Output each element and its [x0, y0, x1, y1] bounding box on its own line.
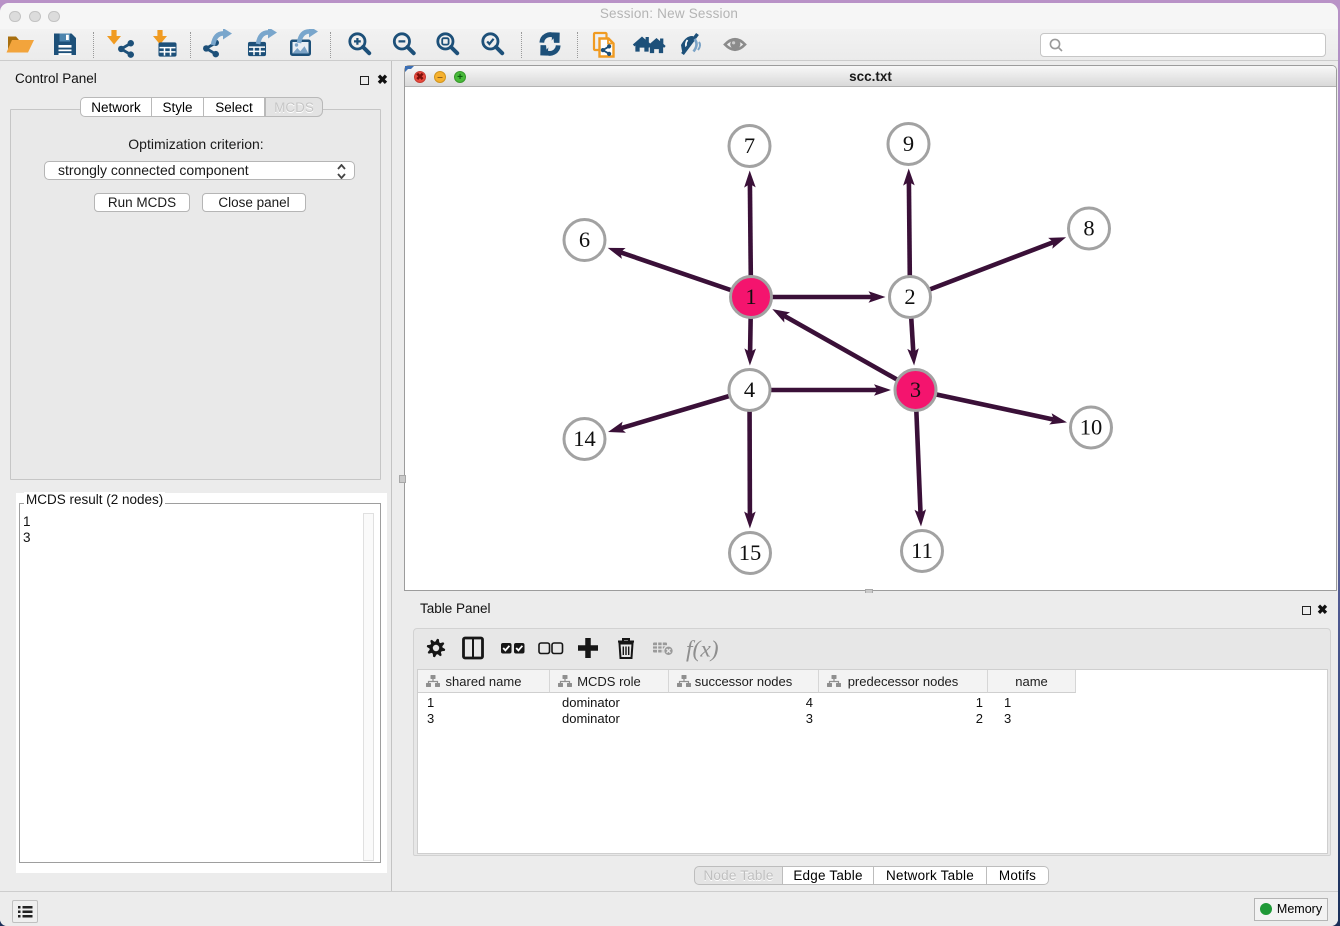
svg-text:4: 4	[744, 377, 755, 402]
svg-text:9: 9	[903, 131, 914, 156]
svg-text:2: 2	[904, 284, 915, 309]
svg-text:15: 15	[739, 540, 762, 565]
svg-text:6: 6	[579, 227, 590, 252]
svg-text:1: 1	[745, 284, 756, 309]
svg-text:10: 10	[1080, 415, 1103, 440]
svg-text:8: 8	[1083, 216, 1094, 241]
svg-text:3: 3	[910, 377, 921, 402]
svg-text:7: 7	[744, 133, 755, 158]
svg-text:14: 14	[573, 426, 596, 451]
svg-text:11: 11	[911, 538, 933, 563]
svg-text:f(x): f(x)	[686, 637, 719, 663]
